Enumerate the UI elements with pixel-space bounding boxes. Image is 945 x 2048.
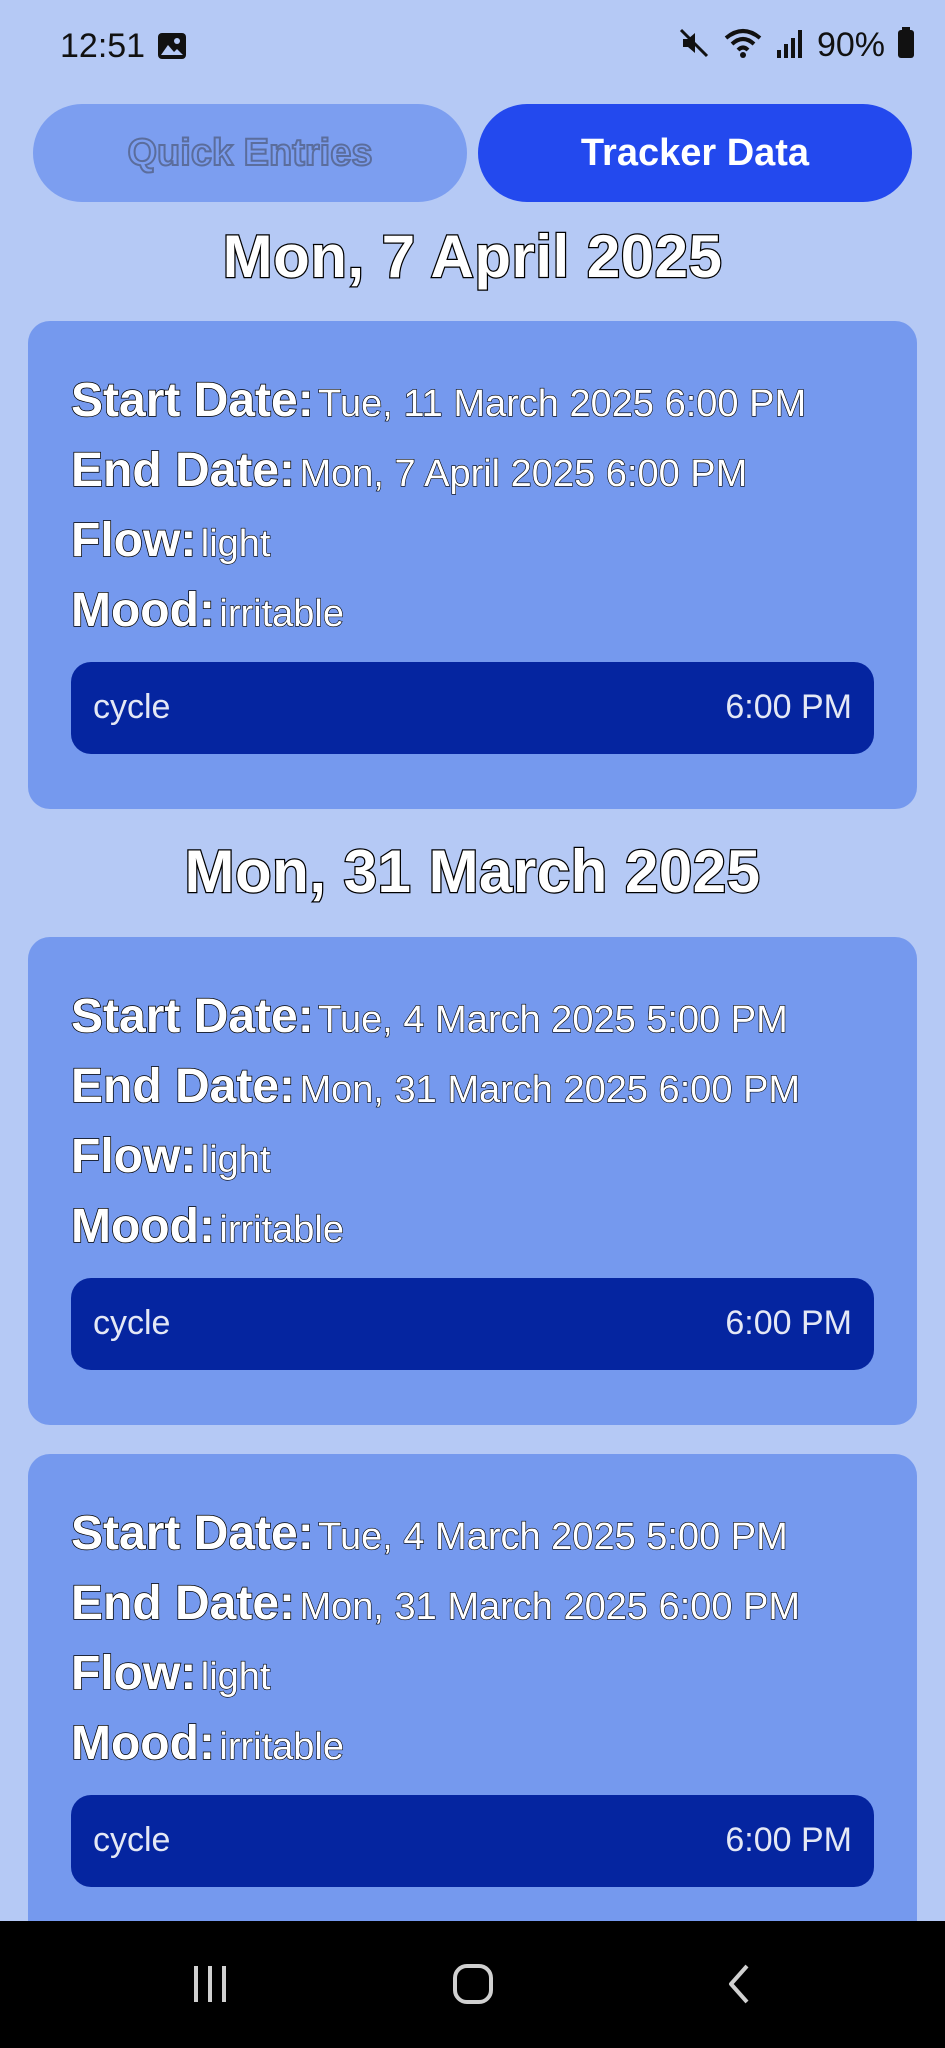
start-date-label: Start Date: [70, 1506, 314, 1561]
recent-apps-icon[interactable] [175, 1951, 245, 2017]
tracker-data-button[interactable]: Tracker Data [478, 104, 912, 202]
mute-icon [677, 26, 711, 65]
entry-bar[interactable]: cycle 6:00 PM [71, 1278, 874, 1370]
end-date-field: End Date: Mon, 7 April 2025 6:00 PM [70, 443, 748, 498]
status-bar: 12:51 90% [0, 0, 945, 95]
status-time: 12:51 [60, 27, 146, 65]
entry-time: 6:00 PM [725, 688, 852, 726]
entry-bar[interactable]: cycle 6:00 PM [71, 662, 874, 754]
start-date-label: Start Date: [70, 373, 314, 428]
status-icons: 90% [677, 26, 915, 65]
entry-tag: cycle [93, 688, 171, 726]
entry-time: 6:00 PM [725, 1821, 852, 1859]
flow-field: Flow: light [70, 1646, 271, 1701]
date-heading: Mon, 7 April 2025 [221, 222, 723, 292]
signal-icon [775, 26, 805, 65]
mood-field: Mood: irritable [70, 1199, 345, 1254]
start-date-value: Tue, 4 March 2025 5:00 PM [318, 1515, 789, 1558]
flow-field: Flow: light [70, 1129, 271, 1184]
flow-label: Flow: [70, 1129, 197, 1184]
entry-time: 6:00 PM [725, 1304, 852, 1342]
flow-value: light [200, 522, 271, 565]
end-date-label: End Date: [70, 1059, 296, 1114]
flow-label: Flow: [70, 513, 197, 568]
home-icon[interactable] [438, 1951, 508, 2017]
entry-card[interactable]: Start Date: Tue, 4 March 2025 5:00 PM En… [28, 1454, 917, 1921]
start-date-label: Start Date: [70, 989, 314, 1044]
start-date-field: Start Date: Tue, 4 March 2025 5:00 PM [70, 989, 789, 1044]
system-nav-bar [0, 1921, 945, 2048]
mood-value: irritable [219, 1208, 345, 1251]
view-toggle: Quick Entries Tracker Data [33, 104, 912, 204]
start-date-value: Tue, 4 March 2025 5:00 PM [318, 998, 789, 1041]
end-date-value: Mon, 7 April 2025 6:00 PM [299, 452, 748, 495]
back-icon[interactable] [704, 1951, 774, 2017]
battery-percent: 90% [816, 26, 885, 64]
end-date-label: End Date: [70, 1576, 296, 1631]
mood-label: Mood: [70, 1716, 215, 1771]
start-date-value: Tue, 11 March 2025 6:00 PM [318, 382, 807, 425]
end-date-field: End Date: Mon, 31 March 2025 6:00 PM [70, 1059, 801, 1114]
image-icon [157, 32, 187, 60]
flow-label: Flow: [70, 1646, 197, 1701]
wifi-icon [723, 26, 763, 65]
end-date-value: Mon, 31 March 2025 6:00 PM [299, 1068, 801, 1111]
entry-bar[interactable]: cycle 6:00 PM [71, 1795, 874, 1887]
mood-value: irritable [219, 592, 345, 635]
entry-card[interactable]: Start Date: Tue, 11 March 2025 6:00 PM E… [28, 321, 917, 809]
flow-field: Flow: light [70, 513, 271, 568]
mood-field: Mood: irritable [70, 1716, 345, 1771]
mood-label: Mood: [70, 583, 215, 638]
date-heading: Mon, 31 March 2025 [183, 837, 761, 907]
mood-label: Mood: [70, 1199, 215, 1254]
entry-tag: cycle [93, 1304, 171, 1342]
entry-tag: cycle [93, 1821, 171, 1859]
start-date-field: Start Date: Tue, 11 March 2025 6:00 PM [70, 373, 807, 428]
end-date-label: End Date: [70, 443, 296, 498]
flow-value: light [200, 1138, 271, 1181]
mood-value: irritable [219, 1725, 345, 1768]
entry-card[interactable]: Start Date: Tue, 4 March 2025 5:00 PM En… [28, 937, 917, 1425]
flow-value: light [200, 1655, 271, 1698]
end-date-value: Mon, 31 March 2025 6:00 PM [299, 1585, 801, 1628]
end-date-field: End Date: Mon, 31 March 2025 6:00 PM [70, 1576, 801, 1631]
quick-entries-button[interactable]: Quick Entries [33, 104, 467, 202]
mood-field: Mood: irritable [70, 583, 345, 638]
battery-icon [897, 27, 915, 64]
start-date-field: Start Date: Tue, 4 March 2025 5:00 PM [70, 1506, 789, 1561]
